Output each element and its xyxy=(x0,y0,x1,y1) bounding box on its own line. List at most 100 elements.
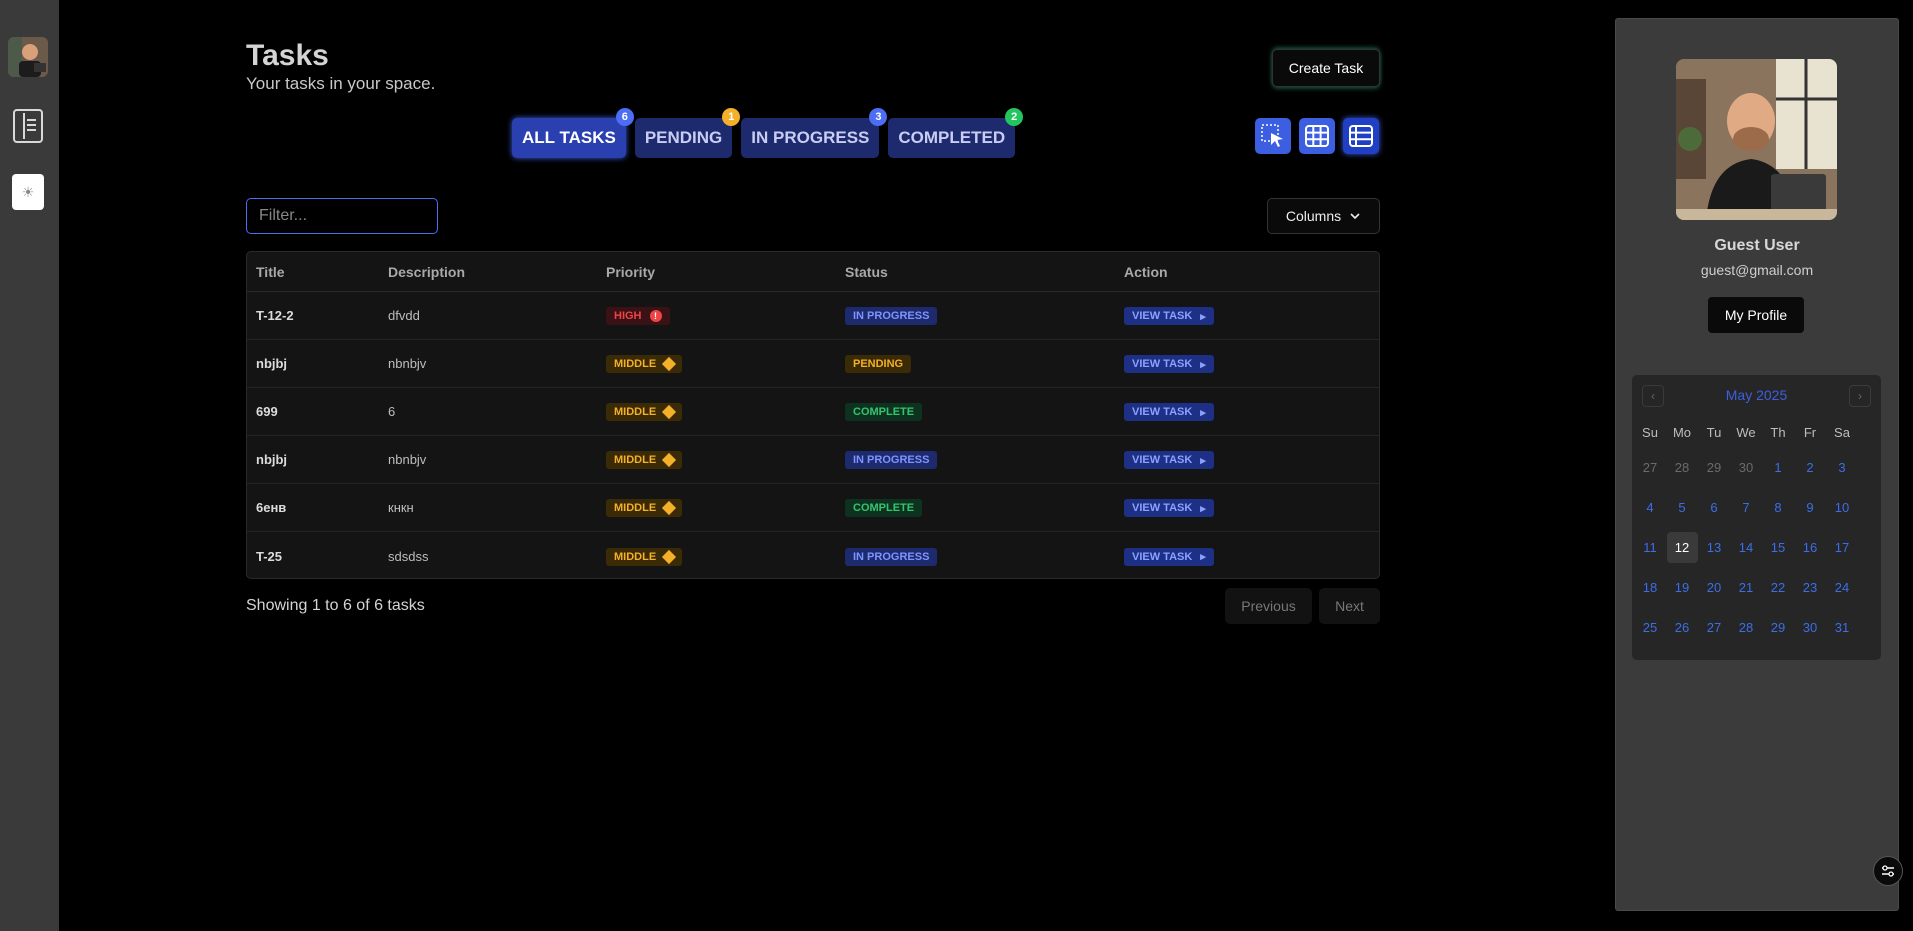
grid-icon[interactable] xyxy=(1299,118,1335,154)
filter-input[interactable] xyxy=(246,198,438,234)
weekday-label: Tu xyxy=(1706,425,1722,440)
weekday-label: Su xyxy=(1642,425,1658,440)
calendar-day[interactable]: 27 xyxy=(1634,447,1666,487)
calendar-day[interactable]: 29 xyxy=(1698,447,1730,487)
calendar-day[interactable]: 3 xyxy=(1826,447,1858,487)
page-header: Tasks Your tasks in your space. xyxy=(246,38,435,94)
status-badge: PENDING xyxy=(845,355,912,373)
day-number: 24 xyxy=(1834,579,1850,595)
list-icon[interactable] xyxy=(13,109,43,143)
calendar-day[interactable]: 13 xyxy=(1698,527,1730,567)
calendar-day[interactable]: 26 xyxy=(1666,607,1698,647)
tab-all-tasks[interactable]: ALL TASKS 6 xyxy=(512,108,634,158)
calendar-day[interactable]: 14 xyxy=(1730,527,1762,567)
calendar-day[interactable]: 24 xyxy=(1826,567,1858,607)
view-task-button[interactable]: VIEW TASK ▸ xyxy=(1124,403,1214,421)
view-task-button[interactable]: VIEW TASK ▸ xyxy=(1124,451,1214,469)
next-button[interactable]: Next xyxy=(1319,588,1380,624)
calendar-day[interactable]: 6 xyxy=(1698,487,1730,527)
day-number: 21 xyxy=(1738,579,1754,595)
calendar-day[interactable]: 31 xyxy=(1826,607,1858,647)
columns-button[interactable]: Columns xyxy=(1267,198,1380,234)
calendar-day[interactable]: 19 xyxy=(1666,567,1698,607)
page-subtitle: Your tasks in your space. xyxy=(246,74,436,93)
calendar-day[interactable]: 30 xyxy=(1794,607,1826,647)
tab-label: COMPLETED xyxy=(898,128,1006,147)
header-action: Action xyxy=(1124,263,1168,280)
calendar-day[interactable]: 28 xyxy=(1730,607,1762,647)
status-badge: IN PROGRESS xyxy=(845,307,938,325)
select-icon[interactable] xyxy=(1255,118,1291,154)
calendar-day[interactable]: 16 xyxy=(1794,527,1826,567)
calendar-day[interactable]: 28 xyxy=(1666,447,1698,487)
view-task-button[interactable]: VIEW TASK ▸ xyxy=(1124,547,1214,566)
table-row[interactable]: nbjbj nbnbjv MIDDLE PENDING VIEW TASK ▸ xyxy=(247,340,1379,388)
task-description: sdsdss xyxy=(388,548,429,564)
settings-toggle-icon[interactable] xyxy=(1873,856,1903,886)
caret-right-icon: ▸ xyxy=(1200,406,1206,419)
diamond-icon xyxy=(662,452,677,468)
calendar-day[interactable]: 7 xyxy=(1730,487,1762,527)
calendar-day[interactable]: 30 xyxy=(1730,447,1762,487)
my-profile-button[interactable]: My Profile xyxy=(1708,297,1804,333)
view-task-button[interactable]: VIEW TASK ▸ xyxy=(1124,499,1214,517)
view-task-button[interactable]: VIEW TASK ▸ xyxy=(1124,307,1214,325)
create-task-button[interactable]: Create Task xyxy=(1272,49,1380,87)
calendar-day[interactable]: 15 xyxy=(1762,527,1794,567)
profile-name: Guest User xyxy=(1714,237,1800,254)
chevron-right-icon[interactable]: › xyxy=(1849,385,1871,407)
previous-button[interactable]: Previous xyxy=(1225,588,1312,624)
priority-badge: MIDDLE xyxy=(606,451,683,469)
day-number: 29 xyxy=(1706,459,1722,475)
table-row[interactable]: T-12-2 dfvdd HIGH! IN PROGRESS VIEW TASK… xyxy=(247,292,1379,340)
view-task-button[interactable]: VIEW TASK ▸ xyxy=(1124,355,1214,373)
calendar-day[interactable]: 22 xyxy=(1762,567,1794,607)
calendar-day[interactable]: 18 xyxy=(1634,567,1666,607)
tab-pending[interactable]: PENDING 1 xyxy=(634,108,741,158)
calendar-day[interactable]: 27 xyxy=(1698,607,1730,647)
header-status[interactable]: Status xyxy=(836,264,1115,280)
list-view-icon[interactable] xyxy=(1343,118,1379,154)
header-title[interactable]: Title xyxy=(247,264,379,280)
calendar-day[interactable]: 29 xyxy=(1762,607,1794,647)
diamond-icon xyxy=(662,356,677,372)
calendar-day[interactable]: 4 xyxy=(1634,487,1666,527)
calendar-day[interactable]: 20 xyxy=(1698,567,1730,607)
day-number: 28 xyxy=(1674,459,1690,475)
header-priority[interactable]: Priority xyxy=(597,264,836,280)
table-row[interactable]: 699 6 MIDDLE COMPLETE VIEW TASK ▸ xyxy=(247,388,1379,436)
table-row[interactable]: T-25 sdsdss MIDDLE IN PROGRESS VIEW TASK… xyxy=(247,532,1379,578)
calendar-day[interactable]: 17 xyxy=(1826,527,1858,567)
day-number: 29 xyxy=(1770,619,1786,635)
tab-completed[interactable]: COMPLETED 2 xyxy=(888,108,1024,158)
table-row[interactable]: 6енв кнкн MIDDLE COMPLETE VIEW TASK ▸ xyxy=(247,484,1379,532)
task-description: dfvdd xyxy=(388,308,420,323)
weekday-label: Fr xyxy=(1803,425,1817,440)
task-description: nbnbjv xyxy=(388,452,427,467)
calendar-day[interactable]: 10 xyxy=(1826,487,1858,527)
priority-label: MIDDLE xyxy=(614,550,657,563)
calendar-day[interactable]: 5 xyxy=(1666,487,1698,527)
chevron-left-icon[interactable]: ‹ xyxy=(1642,385,1664,407)
calendar-day[interactable]: 25 xyxy=(1634,607,1666,647)
calendar-day[interactable]: 8 xyxy=(1762,487,1794,527)
profile-panel: Guest User guest@gmail.com My Profile Ma… xyxy=(1615,18,1899,911)
day-number: 17 xyxy=(1834,539,1850,555)
day-number: 26 xyxy=(1674,619,1690,635)
calendar-day[interactable]: 2 xyxy=(1794,447,1826,487)
header-description[interactable]: Description xyxy=(379,264,597,280)
day-number: 27 xyxy=(1642,459,1658,475)
table-row[interactable]: nbjbj nbnbjv MIDDLE IN PROGRESS VIEW TAS… xyxy=(247,436,1379,484)
calendar-day[interactable]: 9 xyxy=(1794,487,1826,527)
sun-icon[interactable]: ☀ xyxy=(12,174,44,210)
status-badge: IN PROGRESS xyxy=(845,547,938,566)
calendar-day[interactable]: 12 xyxy=(1666,527,1698,567)
calendar-day[interactable]: 1 xyxy=(1762,447,1794,487)
avatar[interactable] xyxy=(8,37,48,77)
tab-in-progress[interactable]: IN PROGRESS 3 xyxy=(741,108,888,158)
calendar-day[interactable]: 11 xyxy=(1634,527,1666,567)
calendar-day[interactable]: 23 xyxy=(1794,567,1826,607)
day-number: 16 xyxy=(1802,539,1818,555)
task-description: 6 xyxy=(388,404,396,419)
calendar-day[interactable]: 21 xyxy=(1730,567,1762,607)
